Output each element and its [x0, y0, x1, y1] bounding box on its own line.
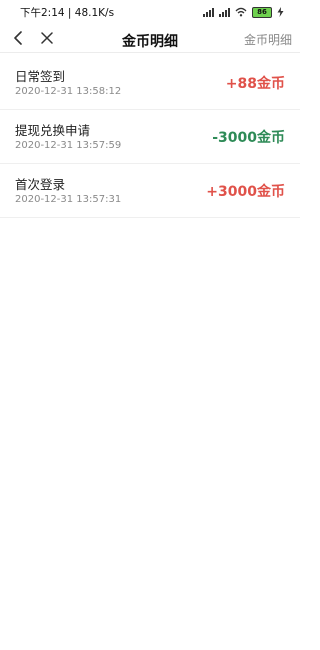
status-left: 下午2:14 | 48.1K/s [20, 5, 114, 20]
record-title: 日常签到 [15, 69, 66, 84]
record-title: 提现兑换申请 [15, 123, 91, 138]
list-item[interactable]: 日常签到 2020-12-31 13:58:12 +88金币 [0, 56, 300, 110]
nav-right-link[interactable]: 金币明细 [244, 31, 292, 48]
status-right: 86 [203, 6, 284, 18]
list-item[interactable]: 首次登录 2020-12-31 13:57:31 +3000金币 [0, 164, 300, 218]
charging-bolt-icon [277, 7, 284, 17]
chevron-left-icon [14, 31, 22, 45]
record-title: 首次登录 [15, 177, 66, 192]
battery-icon: 86 [252, 6, 272, 18]
status-time-speed: 下午2:14 | 48.1K/s [20, 6, 115, 19]
close-icon [41, 32, 53, 44]
coin-record-list: 日常签到 2020-12-31 13:58:12 +88金币 提现兑换申请 20… [0, 56, 300, 218]
battery-level: 86 [257, 8, 267, 16]
list-item[interactable]: 提现兑换申请 2020-12-31 13:57:59 -3000金币 [0, 110, 300, 164]
record-time: 2020-12-31 13:57:59 [15, 140, 122, 151]
back-button[interactable] [8, 28, 28, 48]
screen: 下午2:14 | 48.1K/s 86 金币明细 金币明细 日常签到 2020-… [0, 0, 300, 650]
record-amount: -3000金币 [212, 130, 285, 146]
record-time: 2020-12-31 13:58:12 [15, 86, 122, 97]
nav-bar: 金币明细 金币明细 [0, 24, 300, 53]
record-amount: +88金币 [225, 76, 285, 92]
record-amount: +3000金币 [206, 184, 285, 200]
record-time: 2020-12-31 13:57:31 [15, 194, 122, 205]
signal-2-icon [219, 7, 230, 17]
status-bar: 下午2:14 | 48.1K/s 86 [0, 0, 300, 24]
close-button[interactable] [37, 28, 57, 48]
signal-icon [203, 7, 214, 17]
wifi-icon [235, 7, 247, 17]
